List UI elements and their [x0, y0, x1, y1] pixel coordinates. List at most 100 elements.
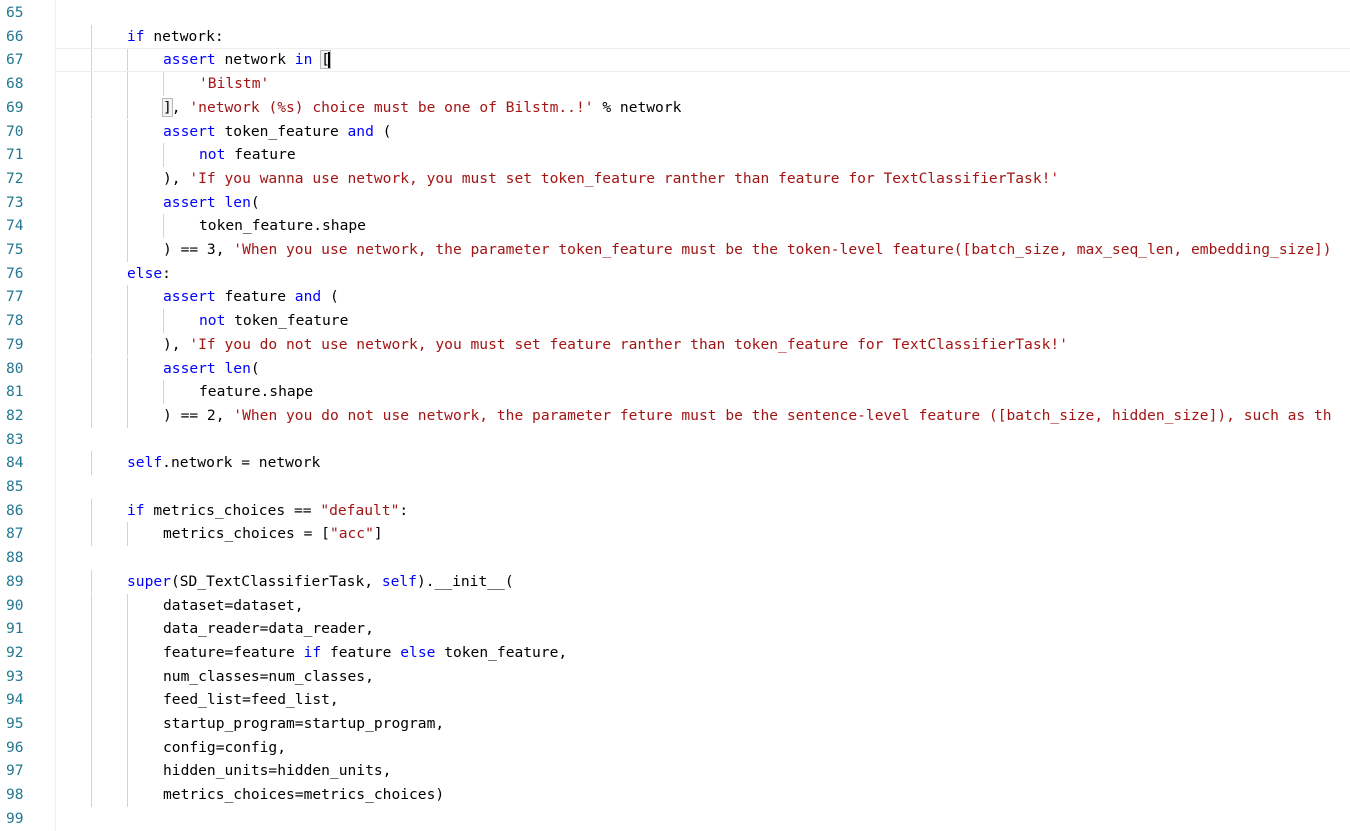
line-code[interactable]: if metrics_choices == "default": [127, 499, 408, 523]
line-code[interactable]: else: [127, 262, 171, 286]
keyword-token: else [400, 643, 436, 661]
code-line[interactable]: 98 metrics_choices=metrics_choices) [0, 783, 1350, 807]
line-code[interactable]: 'Bilstm' [199, 72, 269, 96]
text-token: : [399, 501, 409, 519]
code-line[interactable]: 84 self.network = network [0, 451, 1350, 475]
code-line[interactable]: 80 assert len( [0, 356, 1350, 381]
line-code[interactable]: if network: [127, 25, 224, 49]
line-code[interactable]: feature=feature if feature else token_fe… [163, 641, 567, 665]
code-line[interactable]: 65 [0, 1, 1350, 25]
line-code[interactable]: not token_feature [199, 309, 348, 333]
text-token: feature=feature [163, 643, 304, 661]
line-code[interactable]: ) == 2, 'When you do not use network, th… [163, 404, 1332, 428]
indent-guide [127, 593, 128, 618]
line-code[interactable]: startup_program=startup_program, [163, 712, 444, 736]
line-code[interactable]: feed_list=feed_list, [163, 688, 339, 712]
code-line[interactable]: 68 'Bilstm' [0, 72, 1350, 96]
bracket-token: ] [162, 97, 173, 117]
line-number: 84 [6, 454, 24, 472]
line-code[interactable]: ) == 3, 'When you use network, the param… [163, 238, 1332, 262]
indent-guide [127, 759, 128, 784]
code-line[interactable]: 71 not feature [0, 143, 1350, 167]
keyword-token: and [294, 288, 322, 306]
line-code[interactable]: metrics_choices=metrics_choices) [163, 783, 444, 807]
code-line[interactable]: 66 if network: [0, 24, 1350, 49]
text-token: feature [321, 643, 401, 661]
line-code[interactable]: assert feature and ( [163, 285, 339, 309]
line-code[interactable]: num_classes=num_classes, [163, 665, 374, 689]
line-code[interactable]: assert network in [ [163, 48, 331, 72]
code-line[interactable]: 81 feature.shape [0, 380, 1350, 404]
code-line[interactable]: 77 assert feature and ( [0, 285, 1350, 310]
indent-guide [127, 617, 128, 641]
code-line[interactable]: 83 [0, 428, 1350, 452]
code-line[interactable]: 69], 'network (%s) choice must be one of… [0, 95, 1350, 120]
code-line[interactable]: 79), 'If you do not use network, you mus… [0, 332, 1350, 357]
code-line[interactable]: 78 not token_feature [0, 309, 1350, 333]
line-code[interactable]: ], 'network (%s) choice must be one of B… [162, 96, 681, 120]
code-line[interactable]: 86 if metrics_choices == "default": [0, 498, 1350, 523]
code-line[interactable]: 90 dataset=dataset, [0, 593, 1350, 618]
code-line[interactable]: 91 data_reader=data_reader, [0, 617, 1350, 641]
string-token: 'Bilstm' [199, 75, 270, 93]
code-line[interactable]: 96 config=config, [0, 735, 1350, 760]
code-line[interactable]: 89 super(SD_TextClassifierTask, self).__i… [0, 569, 1350, 594]
text-token: startup_program=startup_program, [163, 715, 445, 732]
line-code[interactable]: self.network = network [127, 451, 320, 475]
code-line[interactable]: 74 token_feature.shape [0, 214, 1350, 238]
line-code[interactable]: assert token_feature and ( [163, 120, 391, 144]
line-code[interactable]: token_feature.shape [199, 214, 366, 238]
code-line[interactable]: 72), 'If you wanna use network, you must… [0, 166, 1350, 191]
indent-guide [127, 688, 128, 712]
code-line[interactable]: 76 else: [0, 261, 1350, 286]
code-line[interactable]: 99 [0, 807, 1350, 831]
text-token: ( [373, 122, 392, 140]
text-token: (SD_TextClassifierTask, [170, 572, 382, 590]
line-number: 85 [6, 478, 24, 495]
line-code[interactable]: hidden_units=hidden_units, [163, 759, 391, 783]
line-code[interactable]: dataset=dataset, [163, 594, 304, 618]
string-token: "default" [320, 501, 400, 519]
line-code[interactable]: super(SD_TextClassifierTask, self).__ini… [127, 570, 514, 594]
line-number: 97 [6, 762, 24, 780]
line-code[interactable]: assert len( [163, 357, 260, 381]
code-line[interactable]: 85 [0, 475, 1350, 499]
line-code[interactable]: ), 'If you do not use network, you must … [163, 333, 1068, 357]
line-code[interactable]: ), 'If you wanna use network, you must s… [163, 167, 1059, 191]
line-code[interactable]: config=config, [163, 736, 286, 760]
line-code[interactable]: not feature [199, 143, 296, 167]
keyword-token: assert [163, 51, 216, 69]
line-code[interactable]: feature.shape [199, 380, 313, 404]
code-editor[interactable]: 65 66 if network: 67 assert network in [68 'B… [0, 0, 1350, 831]
indent-guide [91, 569, 92, 594]
code-line[interactable]: 95 startup_program=startup_program, [0, 712, 1350, 736]
line-number: 93 [6, 667, 24, 685]
code-line[interactable]: 73 assert len( [0, 190, 1350, 215]
indent-guide [91, 48, 92, 73]
code-line[interactable]: 94 feed_list=feed_list, [0, 688, 1350, 712]
text-token: network: [144, 27, 224, 45]
text-token: metrics_choices = [ [163, 525, 330, 543]
code-line[interactable]: 92 feature=feature if feature else token_… [0, 640, 1350, 665]
code-line[interactable]: 87 metrics_choices = ["acc"] [0, 522, 1350, 547]
text-token: ), [163, 335, 190, 353]
text-token: dataset=dataset, [163, 596, 304, 614]
line-number: 73 [6, 193, 24, 211]
text-token: , [171, 98, 190, 116]
code-line[interactable]: 75) == 3, 'When you use network, the par… [0, 238, 1350, 262]
indent-guide [91, 143, 92, 167]
line-code[interactable]: data_reader=data_reader, [163, 617, 374, 641]
indent-guide [127, 143, 128, 167]
keyword-token: assert [163, 122, 216, 140]
code-line[interactable]: 70 assert token_feature and ( [0, 119, 1350, 144]
indent-guide [163, 214, 164, 238]
line-code[interactable]: assert len( [163, 191, 260, 215]
indent-guide [127, 309, 128, 333]
code-line[interactable]: 82) == 2, 'When you do not use network, … [0, 403, 1350, 428]
code-line[interactable]: 97 hidden_units=hidden_units, [0, 759, 1350, 784]
code-line[interactable]: 67 assert network in [ [0, 48, 1350, 73]
indent-guide [91, 783, 92, 807]
code-line[interactable]: 93 num_classes=num_classes, [0, 664, 1350, 689]
line-code[interactable]: metrics_choices = ["acc"] [163, 522, 383, 546]
code-line[interactable]: 88 [0, 546, 1350, 570]
